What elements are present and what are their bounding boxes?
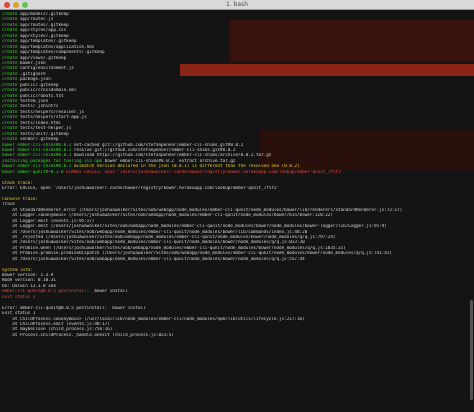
terminal-output[interactable]: create app/models/.gitkeep create app/rou… [0,11,474,412]
scrollbar-thumb[interactable] [470,300,473,400]
terminal-window: 1. bash create app/models/.gitkeep create… [0,0,474,412]
trace-lines: at StandardRenderer.error (/Users/joshua… [2,208,472,262]
title-bar[interactable]: 1. bash [0,0,474,10]
final-trace-lines: at ChildProcess.<anonymous> (/usr/local/… [2,317,472,339]
create-lines: create app/models/.gitkeep create app/rou… [2,12,472,143]
window-title: 1. bash [225,1,249,8]
final-trace-line: at Process.ChildProcess._handle.onexit (… [2,332,174,338]
